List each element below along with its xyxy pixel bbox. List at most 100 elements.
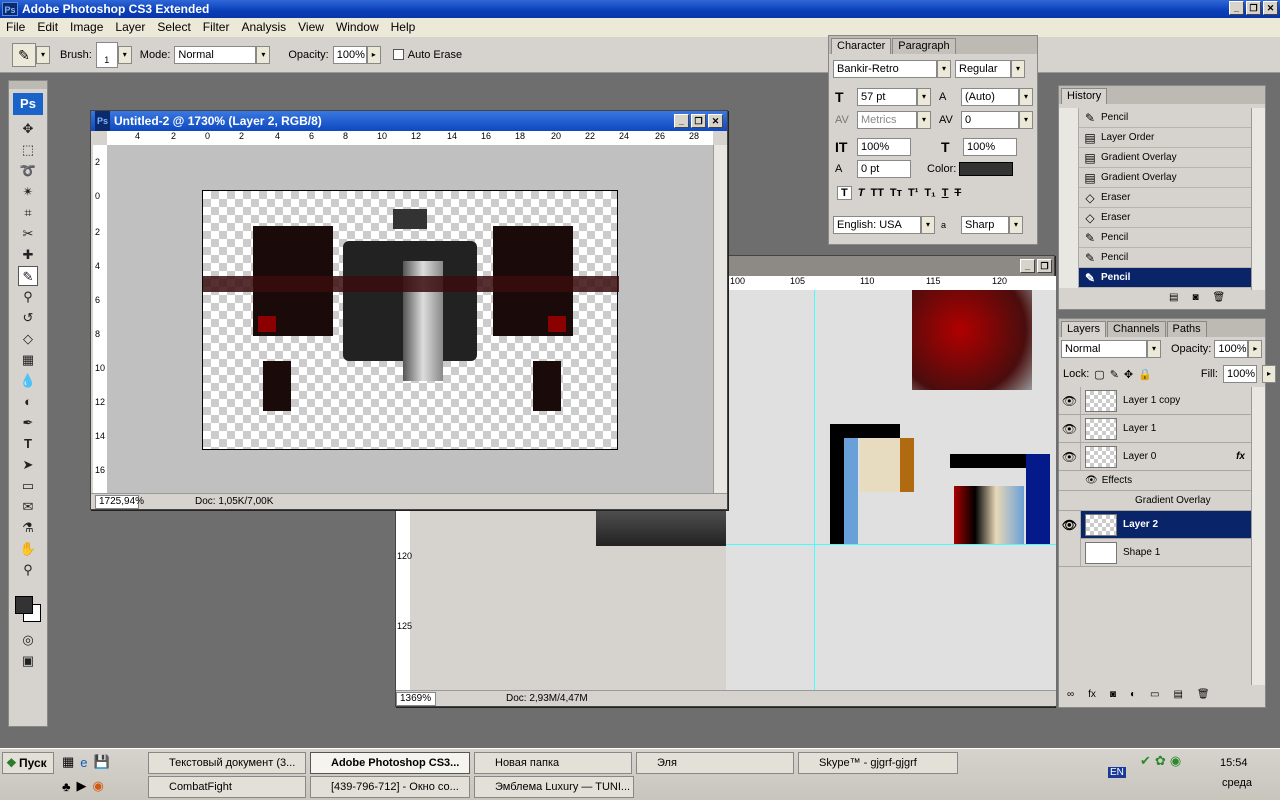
fill-button[interactable]: ▸ xyxy=(1261,365,1276,383)
opacity-slider-button[interactable]: ▸ xyxy=(366,45,381,64)
taskbar-item[interactable]: Эмблема Luxury — TUNI... xyxy=(474,776,634,798)
quick-launch-icon-1[interactable]: ▦ xyxy=(62,754,74,770)
path-select-icon[interactable]: ➤ xyxy=(18,455,38,475)
subscript-button[interactable]: T₁ xyxy=(924,187,935,199)
pen-tool-icon[interactable]: ✒ xyxy=(18,413,38,433)
menu-image[interactable]: Image xyxy=(64,18,109,37)
screen-mode-icon[interactable]: ▣ xyxy=(18,651,38,671)
gradient-tool-icon[interactable]: ▦ xyxy=(18,350,38,370)
snapshot-icon[interactable]: ◙ xyxy=(1192,292,1198,303)
taskbar-item[interactable]: CombatFight xyxy=(148,776,306,798)
healing-tool-icon[interactable]: ✚ xyxy=(18,245,38,265)
taskbar-item-active[interactable]: Adobe Photoshop CS3... xyxy=(310,752,470,774)
small-caps-button[interactable]: Tт xyxy=(890,187,902,199)
history-item[interactable]: ◇ Eraser xyxy=(1059,187,1251,208)
layer-row[interactable]: 👁 Layer 1 copy xyxy=(1059,386,1251,415)
lock-transparency-icon[interactable]: ▢ xyxy=(1094,368,1104,381)
lock-position-icon[interactable]: ✥ xyxy=(1124,368,1133,381)
eraser-tool-icon[interactable]: ◇ xyxy=(18,329,38,349)
history-item[interactable]: ◇ Eraser xyxy=(1059,207,1251,228)
gradient-overlay-row[interactable]: Gradient Overlay xyxy=(1059,491,1251,511)
underline-button[interactable]: T xyxy=(942,187,949,199)
doc1-canvas[interactable] xyxy=(202,190,619,450)
vertical-scale-input[interactable]: 100% xyxy=(857,138,911,156)
doc1-close[interactable]: ✕ xyxy=(708,114,723,128)
save-icon[interactable]: 💾 xyxy=(94,754,110,770)
menu-filter[interactable]: Filter xyxy=(197,18,236,37)
lock-all-icon[interactable]: 🔒 xyxy=(1138,368,1152,381)
doc2-minimize[interactable]: _ xyxy=(1020,259,1035,273)
menu-file[interactable]: File xyxy=(0,18,31,37)
doc2-zoom[interactable]: 1369% xyxy=(396,691,436,706)
antialias-dropdown[interactable]: ▾ xyxy=(1009,216,1023,234)
tray-icon[interactable]: ✔ xyxy=(1140,753,1151,769)
doc2-canvas[interactable] xyxy=(726,290,1056,690)
firefox-icon[interactable]: ◉ xyxy=(93,778,104,794)
menu-window[interactable]: Window xyxy=(330,18,385,37)
move-tool-icon[interactable]: ✥ xyxy=(18,119,38,139)
eye-icon[interactable]: 👁 xyxy=(1059,414,1081,443)
slice-tool-icon[interactable]: ✂ xyxy=(18,224,38,244)
type-tool-icon[interactable]: T xyxy=(18,434,38,454)
menu-edit[interactable]: Edit xyxy=(31,18,64,37)
quick-mask-icon[interactable]: ◎ xyxy=(18,630,38,650)
clock-time[interactable]: 15:54 xyxy=(1220,757,1248,769)
tool-preset-dropdown[interactable]: ▾ xyxy=(36,45,50,64)
tray-icon[interactable]: ✿ xyxy=(1155,753,1166,769)
adjustment-layer-icon[interactable]: ◐ xyxy=(1130,689,1136,700)
eyedropper-icon[interactable]: ⚗ xyxy=(18,518,38,538)
font-style-dropdown[interactable]: ▾ xyxy=(1011,60,1025,78)
doc1-zoom[interactable]: 1725,94% xyxy=(95,494,144,509)
lock-pixels-icon[interactable]: ✎ xyxy=(1110,368,1119,381)
tray-icon[interactable]: ◉ xyxy=(1170,753,1181,769)
brush-dropdown[interactable]: ▾ xyxy=(117,45,132,64)
history-scrollbar[interactable] xyxy=(1251,108,1265,290)
blend-mode-select[interactable]: Normal xyxy=(1061,340,1147,358)
font-style-select[interactable]: Regular xyxy=(955,60,1011,78)
horizontal-scale-input[interactable]: 100% xyxy=(963,138,1017,156)
new-layer-icon[interactable]: ▤ xyxy=(1173,689,1182,700)
layer-row[interactable]: 👁 Layer 1 xyxy=(1059,414,1251,443)
fill-input[interactable]: 100% xyxy=(1222,365,1257,383)
tab-paths[interactable]: Paths xyxy=(1166,321,1207,337)
font-size-dropdown[interactable]: ▾ xyxy=(917,88,931,106)
strikethrough-button[interactable]: T xyxy=(954,187,961,199)
tab-layers[interactable]: Layers xyxy=(1061,321,1107,337)
lasso-tool-icon[interactable]: ➰ xyxy=(18,161,38,181)
kerning-dropdown[interactable]: ▾ xyxy=(917,111,931,129)
tab-history[interactable]: History xyxy=(1061,88,1108,104)
doc1-maximize[interactable]: ❐ xyxy=(691,114,706,128)
start-button[interactable]: ❖ Пуск xyxy=(2,752,54,774)
blur-tool-icon[interactable]: 💧 xyxy=(18,371,38,391)
all-caps-button[interactable]: TT xyxy=(870,187,883,199)
trash-icon[interactable]: 🗑 xyxy=(1213,292,1226,303)
font-size-input[interactable]: 57 pt xyxy=(857,88,917,106)
zoom-tool-icon[interactable]: ⚲ xyxy=(18,560,38,580)
new-group-icon[interactable]: ▭ xyxy=(1150,689,1159,700)
maximize-button[interactable]: ❐ xyxy=(1246,1,1261,15)
marquee-tool-icon[interactable]: ⬚ xyxy=(18,140,38,160)
doc1-canvas-area[interactable] xyxy=(107,145,713,493)
notes-tool-icon[interactable]: ✉ xyxy=(18,497,38,517)
superscript-button[interactable]: T¹ xyxy=(908,187,918,199)
history-item[interactable]: ▤ Layer Order xyxy=(1059,127,1251,148)
dodge-tool-icon[interactable]: ◐ xyxy=(18,392,38,412)
doc1-scrollbar-v[interactable] xyxy=(713,145,727,493)
layer-mask-icon[interactable]: ◙ xyxy=(1110,689,1116,700)
language-dropdown[interactable]: ▾ xyxy=(921,216,935,234)
delete-layer-icon[interactable]: 🗑 xyxy=(1197,689,1210,700)
history-item-selected[interactable]: ✎ Pencil xyxy=(1059,267,1251,288)
history-item[interactable]: ✎ Pencil xyxy=(1059,107,1251,128)
leading-input[interactable]: (Auto) xyxy=(961,88,1019,106)
layer-row[interactable]: 👁 Layer 0 fx xyxy=(1059,442,1251,471)
new-document-icon[interactable]: ▤ xyxy=(1169,292,1178,303)
menu-view[interactable]: View xyxy=(292,18,330,37)
layer-opacity-button[interactable]: ▸ xyxy=(1248,340,1263,358)
quick-launch-icon-2[interactable]: ♣ xyxy=(62,779,71,794)
layer-row[interactable]: Shape 1 xyxy=(1059,538,1251,567)
auto-erase-checkbox[interactable] xyxy=(392,49,404,60)
tracking-input[interactable]: 0 xyxy=(961,111,1019,129)
menu-select[interactable]: Select xyxy=(151,18,196,37)
pencil-tool-icon[interactable]: ✎ xyxy=(18,266,38,286)
tab-channels[interactable]: Channels xyxy=(1107,321,1166,337)
